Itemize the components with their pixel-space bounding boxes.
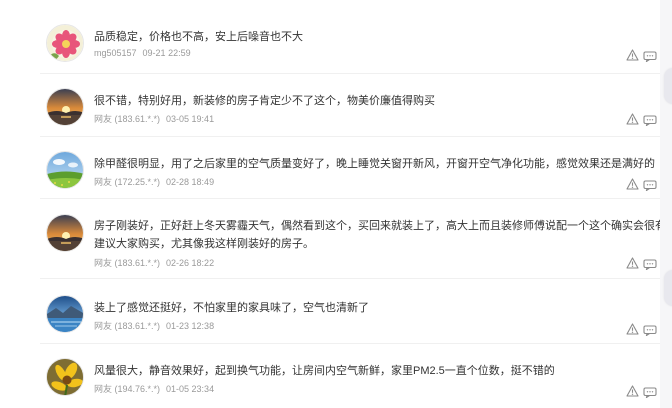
comment-meta: 网友 (172.25.*.*) 02-28 18:49 [94,175,214,188]
comments-viewport: 品质稳定，价格也不高，安上后噪音也不大 mg505157 09-21 22:59 [0,0,672,408]
comment-text: 风量很大，静音效果好，起到换气功能，让房间内空气新鲜，家里PM2.5一直个位数，… [94,365,555,377]
comment-date: 02-28 18:49 [166,177,215,187]
warning-triangle-icon[interactable] [626,177,639,190]
warning-triangle-icon[interactable] [626,322,639,335]
comment-meta: mg505157 09-21 22:59 [94,48,191,58]
comment-date: 02-26 18:22 [166,258,215,268]
comment-bubble-icon[interactable] [643,385,657,399]
comment-date: 01-23 12:38 [166,321,215,331]
comment-item: 除甲醛很明显，用了之后家里的空气质量变好了，晚上睡觉关窗开新风，开窗开空气净化功… [0,131,660,201]
comment-text: 房子刚装好，正好赶上冬天雾霾天气，偶然看到这个，买回来就装上了，高大上而且装修师… [94,220,672,232]
scroll-handle[interactable] [664,270,672,306]
comment-item: 很不错，特别好用，新装修的房子肯定少不了这个，物美价廉值得购买 网友 (183.… [0,68,660,138]
comment-meta: 网友 (183.61.*.*) 02-26 18:22 [94,256,214,269]
scroll-handle[interactable] [664,68,672,104]
pink-flower-avatar[interactable] [46,24,84,62]
comment-bubble-icon[interactable] [643,323,657,337]
comment-user[interactable]: 网友 (194.76.*.*) [94,384,160,394]
comment-item: 品质稳定，价格也不高，安上后噪音也不大 mg505157 09-21 22:59 [0,0,660,70]
comment-meta: 网友 (194.76.*.*) 01-05 23:34 [94,382,214,395]
comment-item: 风量很大，静音效果好，起到换气功能，让房间内空气新鲜，家里PM2.5一直个位数，… [0,338,660,408]
comment-user[interactable]: mg505157 [94,48,137,58]
comment-text: 很不错，特别好用，新装修的房子肯定少不了这个，物美价廉值得购买 [94,95,435,107]
comment-date: 01-05 23:34 [166,384,215,394]
comment-user[interactable]: 网友 (183.61.*.*) [94,114,160,124]
comment-text: 品质稳定，价格也不高，安上后噪音也不大 [94,31,303,43]
comment-meta: 网友 (183.61.*.*) 01-23 12:38 [94,319,214,332]
comment-bubble-icon[interactable] [643,49,657,63]
warning-triangle-icon[interactable] [626,384,639,397]
comment-text-continued: 建议大家购买，尤其像我这样刚装好的房子。 [94,238,314,250]
comment-item: 房子刚装好，正好赶上冬天雾霾天气，偶然看到这个，买回来就装上了，高大上而且装修师… [0,192,672,278]
comment-bubble-icon[interactable] [643,178,657,192]
blue-lake-avatar[interactable] [46,295,84,333]
comment-item: 装上了感觉还挺好，不怕家里的家具味了，空气也清新了 网友 (183.61.*.*… [0,275,660,345]
comment-user[interactable]: 网友 (183.61.*.*) [94,321,160,331]
warning-triangle-icon[interactable] [626,256,639,269]
green-field-avatar[interactable] [46,151,84,189]
comment-date: 03-05 19:41 [166,114,215,124]
comment-user[interactable]: 网友 (183.61.*.*) [94,258,160,268]
comment-bubble-icon[interactable] [643,113,657,127]
comment-date: 09-21 22:59 [142,48,191,58]
scrollbar-track[interactable] [660,0,672,408]
comment-text: 装上了感觉还挺好，不怕家里的家具味了，空气也清新了 [94,302,369,314]
yellow-flower-avatar[interactable] [46,358,84,396]
warning-triangle-icon[interactable] [626,48,639,61]
sunset-lake-avatar[interactable] [46,214,84,252]
comment-meta: 网友 (183.61.*.*) 03-05 19:41 [94,112,214,125]
comment-user[interactable]: 网友 (172.25.*.*) [94,177,160,187]
comment-text: 除甲醛很明显，用了之后家里的空气质量变好了，晚上睡觉关窗开新风，开窗开空气净化功… [94,158,655,170]
warning-triangle-icon[interactable] [626,112,639,125]
comment-list: 品质稳定，价格也不高，安上后噪音也不大 mg505157 09-21 22:59 [0,0,672,408]
comment-bubble-icon[interactable] [643,257,657,271]
sunset-lake-avatar[interactable] [46,88,84,126]
